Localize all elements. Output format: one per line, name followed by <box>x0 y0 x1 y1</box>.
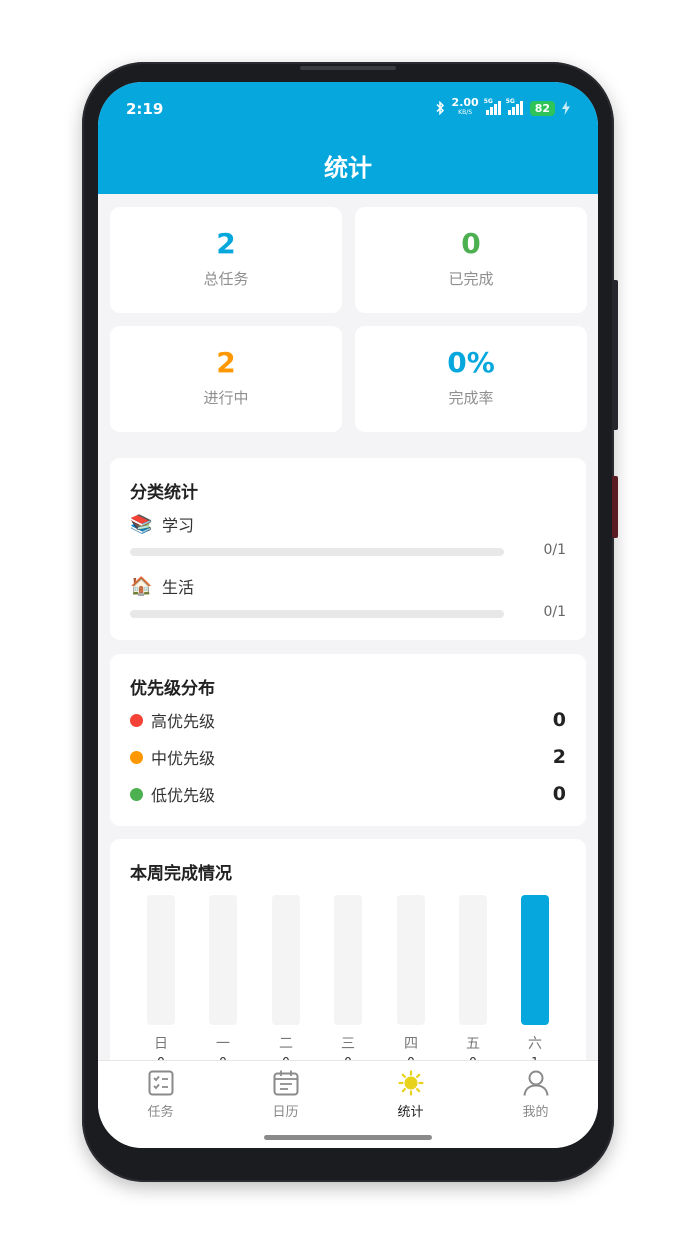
weekly-day-label: 一 <box>216 1036 230 1052</box>
home-indicator[interactable] <box>264 1135 432 1140</box>
stat-label: 进行中 <box>203 389 249 407</box>
priority-row: 低优先级 0 <box>130 782 566 806</box>
person-icon <box>523 1070 548 1096</box>
priority-card: 优先级分布 高优先级 0 中优先级 2 低优先级 0 <box>110 654 586 826</box>
tab-label: 统计 <box>397 1105 424 1120</box>
weekly-day-label: 二 <box>279 1036 293 1052</box>
net-speed-value: 2.00 <box>451 96 479 109</box>
signal-icon: 5G <box>505 98 523 115</box>
bluetooth-icon <box>436 101 444 115</box>
sun-icon <box>397 1070 424 1096</box>
tab-label: 任务 <box>147 1105 174 1120</box>
category-stats-card: 分类统计 📚 学习 0/1 🏠 生活 0/1 <box>110 458 586 640</box>
weekly-bar <box>334 895 362 1025</box>
weekly-bar <box>521 895 549 1025</box>
priority-name: 低优先级 <box>151 786 216 805</box>
weekly-card: 本周完成情况 日0一0二0三0四0五0六1 <box>110 839 586 1079</box>
app-screen: 2:19 2.00 KB/S 5G 5G 82 统计 2 总任务 0 已完成 2… <box>98 82 598 1148</box>
weekly-bar <box>459 895 487 1025</box>
stat-label: 已完成 <box>448 270 494 288</box>
status-time: 2:19 <box>126 100 164 118</box>
category-count: 0/1 <box>543 542 566 558</box>
signal-type: 5G <box>483 98 493 105</box>
category-row: 🏠 生活 0/1 <box>130 574 566 620</box>
priority-name: 中优先级 <box>151 749 216 768</box>
stat-card-in-progress: 2 进行中 <box>110 326 342 432</box>
weekly-day-label: 三 <box>341 1036 355 1052</box>
net-speed-unit: KB/S <box>458 109 473 116</box>
weekly-day-label: 日 <box>154 1036 168 1052</box>
stat-value: 0% <box>447 346 495 379</box>
tab-tasks[interactable]: 任务 <box>98 1069 223 1120</box>
stat-card-completed: 0 已完成 <box>355 207 587 313</box>
weekly-day-label: 五 <box>466 1036 480 1052</box>
stat-label: 总任务 <box>203 270 249 288</box>
stat-value: 2 <box>216 227 236 260</box>
status-icons: 2.00 KB/S 5G 5G 82 <box>435 96 570 118</box>
signal-icon: 5G <box>483 98 501 115</box>
weekly-bar-fill <box>521 895 549 1025</box>
volume-button <box>612 280 618 430</box>
stat-value: 2 <box>216 346 236 379</box>
weekly-day-label: 六 <box>528 1036 542 1052</box>
bottom-tab-bar: 任务 日历 统计 我的 <box>98 1060 598 1148</box>
checklist-icon <box>148 1070 173 1096</box>
category-progress-bar <box>130 548 504 556</box>
battery-indicator: 82 <box>529 100 555 116</box>
app-header: 2:19 2.00 KB/S 5G 5G 82 统计 <box>98 82 598 194</box>
priority-count: 0 <box>552 709 566 731</box>
tab-stats[interactable]: 统计 <box>348 1069 473 1120</box>
signal-type: 5G <box>505 98 515 105</box>
weekly-bar <box>397 895 425 1025</box>
stat-label: 完成率 <box>448 389 494 407</box>
category-count: 0/1 <box>543 604 566 620</box>
phone-speaker <box>300 66 396 70</box>
priority-name: 高优先级 <box>151 712 216 731</box>
priority-dot <box>130 750 143 764</box>
category-progress-bar <box>130 610 504 618</box>
weekly-bar <box>147 895 175 1025</box>
tab-calendar[interactable]: 日历 <box>223 1069 348 1120</box>
category-name: 学习 <box>162 516 195 535</box>
priority-row: 高优先级 0 <box>130 708 566 732</box>
priority-count: 0 <box>552 783 566 805</box>
page-title: 统计 <box>324 154 372 182</box>
tab-label: 我的 <box>522 1105 549 1120</box>
tab-profile[interactable]: 我的 <box>473 1069 598 1120</box>
books-icon: 📚 <box>130 513 153 535</box>
tab-label: 日历 <box>272 1105 299 1120</box>
calendar-icon <box>273 1070 298 1096</box>
stat-card-total: 2 总任务 <box>110 207 342 313</box>
category-name: 生活 <box>162 578 195 597</box>
net-speed: 2.00 KB/S <box>451 96 479 118</box>
priority-row: 中优先级 2 <box>130 745 566 769</box>
weekly-bar <box>272 895 300 1025</box>
charging-icon <box>562 101 570 115</box>
priority-count: 2 <box>552 746 566 768</box>
stat-value: 0 <box>461 227 481 260</box>
weekly-bar <box>209 895 237 1025</box>
stat-card-completion-rate: 0% 完成率 <box>355 326 587 432</box>
weekly-chart: 日0一0二0三0四0五0六1 <box>130 895 582 1069</box>
priority-dot <box>130 713 143 727</box>
category-row: 📚 学习 0/1 <box>130 512 566 558</box>
priority-title: 优先级分布 <box>130 679 215 699</box>
weekly-day-label: 四 <box>404 1036 418 1052</box>
weekly-title: 本周完成情况 <box>130 864 232 884</box>
priority-dot <box>130 787 143 801</box>
power-button <box>612 476 618 538</box>
house-icon: 🏠 <box>130 575 153 597</box>
category-stats-title: 分类统计 <box>130 483 198 503</box>
